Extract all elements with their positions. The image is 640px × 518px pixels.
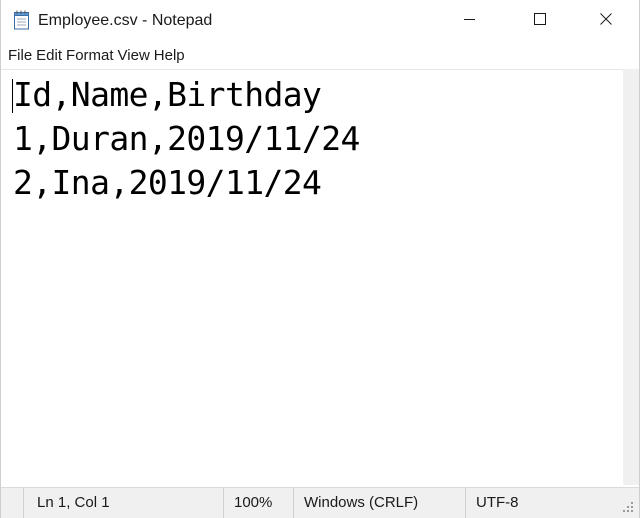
menu-file[interactable]: File [1, 44, 36, 68]
text-editor[interactable]: Id,Name,Birthday 1,Duran,2019/11/24 2,In… [1, 69, 623, 485]
line-ending: Windows (CRLF) [293, 488, 465, 518]
editor-line[interactable]: Id,Name,Birthday [13, 73, 322, 117]
editor-line[interactable]: 2,Ina,2019/11/24 [13, 161, 322, 205]
minimize-icon [464, 12, 476, 30]
menu-edit[interactable]: Edit [36, 44, 66, 68]
minimize-button[interactable] [447, 0, 493, 42]
close-button[interactable] [583, 0, 629, 42]
menu-bar: File Edit Format View Help [1, 44, 639, 68]
maximize-button[interactable] [517, 0, 563, 42]
maximize-icon [534, 12, 546, 30]
menu-help[interactable]: Help [154, 44, 189, 68]
status-bar: Ln 1, Col 1 100% Windows (CRLF) UTF-8 [1, 487, 639, 518]
zoom-level: 100% [223, 488, 293, 518]
resize-grip-icon[interactable] [621, 498, 635, 514]
cursor-position: Ln 1, Col 1 [23, 488, 223, 518]
title-bar[interactable]: Employee.csv - Notepad [1, 0, 639, 42]
encoding: UTF-8 [465, 488, 623, 518]
editor-line[interactable]: 1,Duran,2019/11/24 [13, 117, 360, 161]
notepad-window: Employee.csv - Notepad File Edit Format … [0, 0, 640, 518]
window-title: Employee.csv - Notepad [38, 12, 213, 29]
notepad-icon [13, 10, 31, 30]
menu-view[interactable]: View [118, 44, 154, 68]
vertical-scrollbar[interactable] [623, 69, 639, 485]
menu-format[interactable]: Format [66, 44, 118, 68]
close-icon [600, 12, 612, 30]
